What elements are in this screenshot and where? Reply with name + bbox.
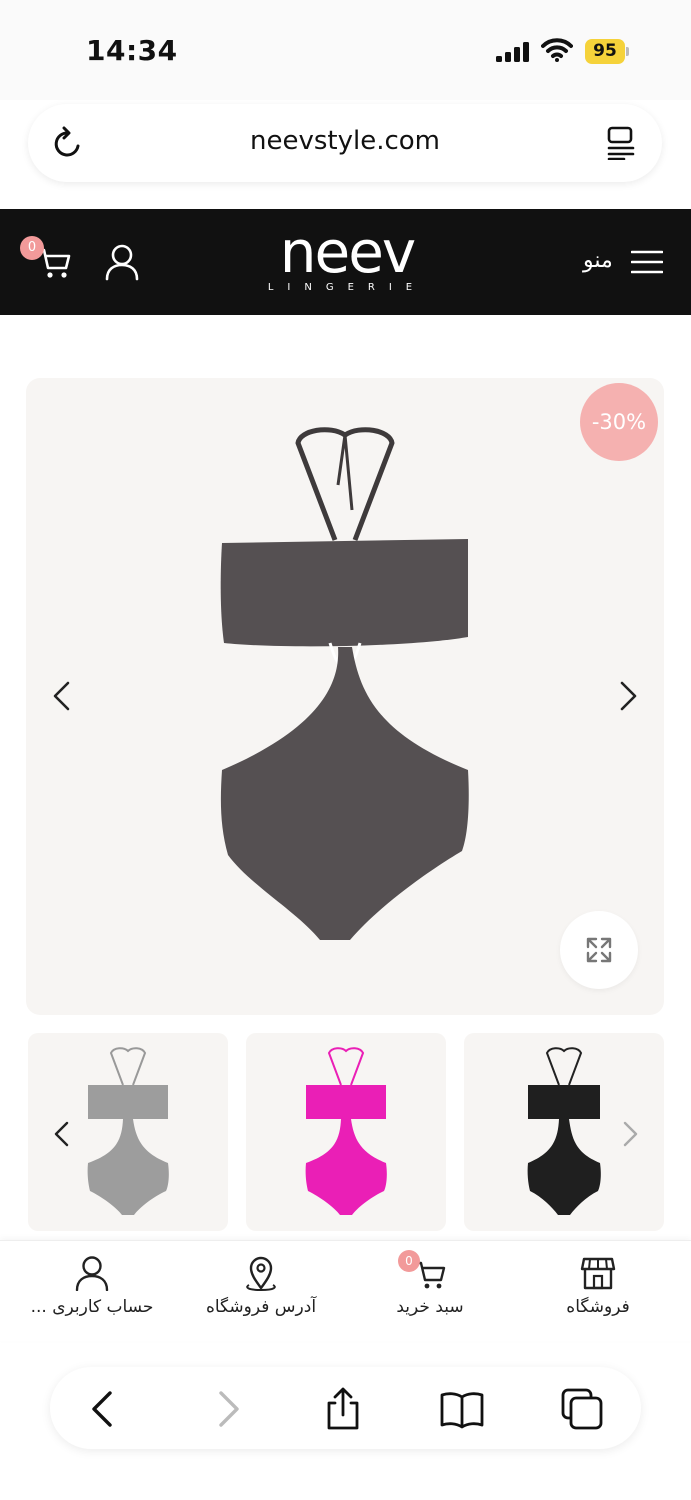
url-text[interactable]: neevstyle.com [28, 126, 662, 156]
chevron-right-icon[interactable] [616, 680, 640, 712]
user-icon[interactable] [104, 243, 140, 281]
nav-cart-badge: 0 [398, 1250, 420, 1272]
thumbnail-pink[interactable] [246, 1033, 446, 1231]
forward-icon[interactable] [205, 1387, 249, 1431]
signal-icon [496, 42, 529, 62]
back-icon[interactable] [82, 1387, 126, 1431]
nav-label-cart: سبد خرید [396, 1297, 464, 1317]
tabs-icon[interactable] [560, 1387, 604, 1431]
battery-level: 95 [585, 39, 625, 64]
logo-subtitle: LINGERIE [268, 282, 426, 293]
hamburger-icon[interactable] [631, 250, 663, 274]
reader-icon[interactable] [606, 126, 636, 160]
nav-item-store-address[interactable]: آدرس فروشگاه [181, 1255, 341, 1317]
nav-item-shop[interactable]: فروشگاه [518, 1255, 678, 1317]
site-logo[interactable]: neev LINGERIE [250, 228, 445, 294]
user-icon [75, 1256, 109, 1291]
status-bar: 14:34 95 [0, 0, 691, 100]
thumbnail-image [527, 1047, 601, 1215]
discount-badge: -30% [580, 383, 658, 461]
nav-item-account[interactable]: حساب کاربری ... [12, 1255, 172, 1317]
product-main-image[interactable] [210, 415, 480, 945]
thumbnail-prev-icon[interactable] [52, 1120, 72, 1148]
thumbnail-image [87, 1047, 169, 1215]
bookmarks-icon[interactable] [440, 1387, 484, 1431]
nav-item-cart[interactable]: 0 سبد خرید [350, 1250, 510, 1317]
thumbnail-image [305, 1047, 387, 1215]
logo-text: neev [280, 228, 415, 286]
nav-label-shop: فروشگاه [566, 1297, 630, 1317]
nav-label-store-address: آدرس فروشگاه [205, 1297, 317, 1317]
nav-label-account: حساب کاربری ... [30, 1297, 154, 1317]
wifi-icon [541, 38, 573, 62]
fullscreen-button[interactable] [560, 911, 638, 989]
address-bar[interactable]: neevstyle.com [28, 104, 662, 182]
menu-label[interactable]: منو [583, 248, 613, 273]
location-pin-icon [246, 1256, 276, 1291]
battery-icon: 95 [585, 39, 629, 64]
share-icon[interactable] [321, 1387, 365, 1431]
thumbnail-next-icon[interactable] [620, 1120, 640, 1148]
status-time: 14:34 [86, 34, 178, 67]
store-icon [580, 1257, 616, 1290]
cart-count-badge: 0 [20, 236, 44, 260]
chevron-left-icon[interactable] [50, 680, 74, 712]
expand-icon [586, 937, 612, 963]
